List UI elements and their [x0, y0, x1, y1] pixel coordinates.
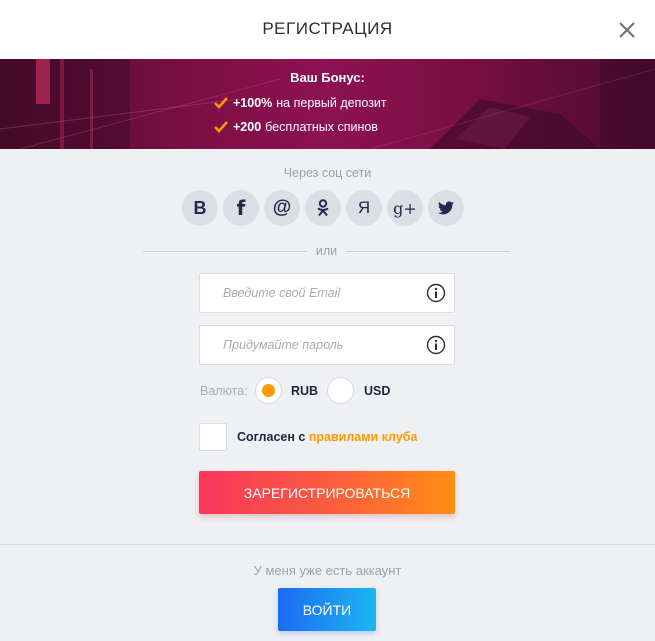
- currency-radio-rub[interactable]: [255, 377, 282, 404]
- email-input[interactable]: [200, 274, 420, 312]
- bonus-item: +200 бесплатных спинов: [214, 119, 378, 135]
- facebook-icon: f: [236, 196, 246, 220]
- currency-label-rub[interactable]: RUB: [291, 384, 318, 398]
- yandex-icon: Я: [357, 198, 371, 217]
- vk-icon: В: [193, 197, 207, 218]
- google-plus-button[interactable]: g+: [387, 190, 423, 226]
- bonus-text: бесплатных спинов: [265, 120, 378, 134]
- agree-checkbox[interactable]: [199, 423, 227, 451]
- odnoklassniki-icon: [317, 199, 329, 217]
- close-icon[interactable]: [616, 19, 638, 41]
- email-field: [199, 273, 455, 313]
- vk-button[interactable]: В: [182, 190, 218, 226]
- currency-label: Валюта:: [200, 384, 248, 398]
- bonus-item: +100% на первый депозит: [214, 95, 387, 111]
- password-input[interactable]: [200, 326, 420, 364]
- divider-text: или: [315, 244, 338, 258]
- mailru-button[interactable]: @: [264, 190, 300, 226]
- bonus-title: Ваш Бонус:: [290, 70, 365, 85]
- page-title: РЕГИСТРАЦИЯ: [262, 19, 393, 38]
- info-icon[interactable]: [426, 283, 446, 303]
- twitter-button[interactable]: [428, 190, 464, 226]
- have-account-text: У меня уже есть аккаунт: [253, 563, 402, 578]
- google-plus-icon: g+: [393, 198, 417, 218]
- check-icon: [214, 121, 228, 133]
- mailru-icon: @: [272, 197, 292, 218]
- radio-selected-dot: [262, 384, 275, 397]
- social-caption: Через соц сети: [283, 166, 372, 180]
- info-icon[interactable]: [426, 335, 446, 355]
- twitter-icon: [438, 201, 454, 215]
- currency-label-usd[interactable]: USD: [364, 384, 390, 398]
- bonus-amount: +100%: [233, 96, 273, 110]
- password-field: [199, 325, 455, 365]
- bonus-text: на первый депозит: [276, 96, 387, 110]
- currency-radio-usd[interactable]: [327, 377, 354, 404]
- modal-header: РЕГИСТРАЦИЯ: [0, 0, 655, 59]
- odnoklassniki-button[interactable]: [305, 190, 341, 226]
- bonus-amount: +200: [233, 120, 262, 134]
- agree-text: Согласен с правилами клуба: [237, 430, 417, 444]
- section-divider: [0, 544, 655, 545]
- rules-link[interactable]: правилами клуба: [309, 430, 418, 444]
- divider-line: [346, 251, 510, 252]
- yandex-button[interactable]: Я: [346, 190, 382, 226]
- social-buttons: В f @ Я g+: [182, 190, 464, 226]
- divider-line: [143, 251, 307, 252]
- check-icon: [214, 97, 228, 109]
- register-button[interactable]: ЗАРЕГИСТРИРОВАТЬСЯ: [199, 471, 455, 514]
- login-button[interactable]: ВОЙТИ: [278, 588, 376, 631]
- agree-label: Согласен с: [237, 430, 306, 444]
- facebook-button[interactable]: f: [223, 190, 259, 226]
- bonus-banner: Ваш Бонус: +100% на первый депозит +200 …: [0, 59, 655, 149]
